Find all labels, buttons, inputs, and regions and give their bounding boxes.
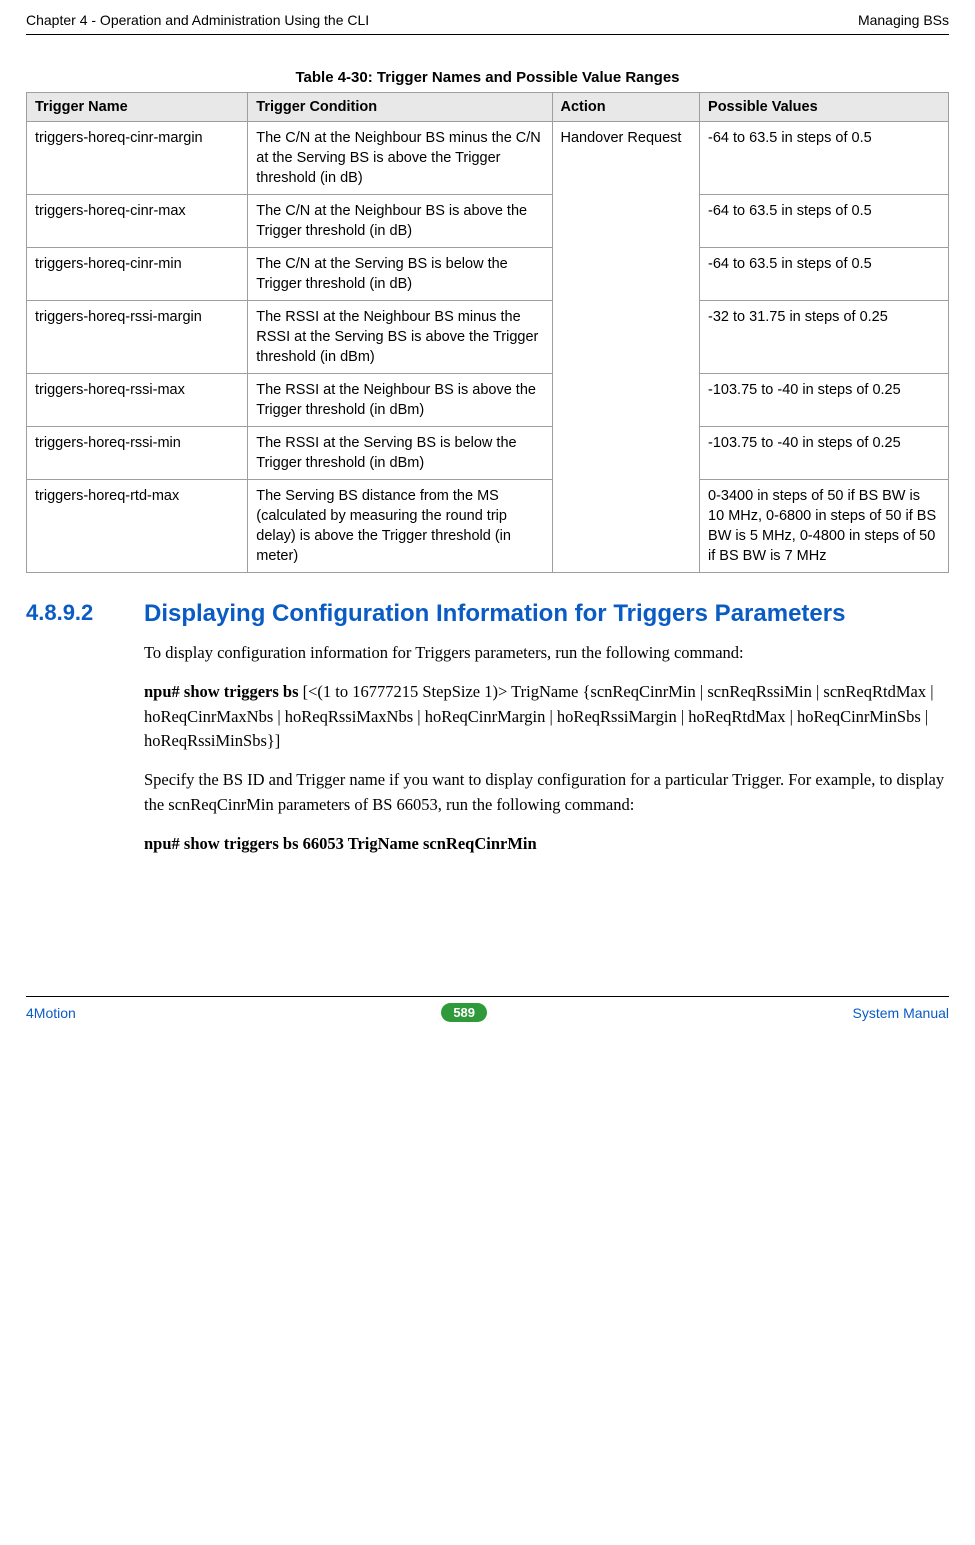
body-paragraph: Specify the BS ID and Trigger name if yo… bbox=[144, 768, 949, 818]
th-trigger-condition: Trigger Condition bbox=[248, 93, 552, 122]
table-header-row: Trigger Name Trigger Condition Action Po… bbox=[27, 93, 949, 122]
cell-trigger-condition: The C/N at the Neighbour BS is above the… bbox=[248, 195, 552, 248]
cell-trigger-name: triggers-horeq-cinr-margin bbox=[27, 122, 248, 195]
cell-trigger-condition: The C/N at the Neighbour BS minus the C/… bbox=[248, 122, 552, 195]
table-row: triggers-horeq-rssi-max The RSSI at the … bbox=[27, 374, 949, 427]
command-bold: npu# show triggers bs 66053 TrigName scn… bbox=[144, 832, 949, 857]
cell-possible-values: -103.75 to -40 in steps of 0.25 bbox=[700, 374, 949, 427]
table-row: triggers-horeq-rtd-max The Serving BS di… bbox=[27, 480, 949, 573]
th-possible-values: Possible Values bbox=[700, 93, 949, 122]
section-heading: 4.8.9.2 Displaying Configuration Informa… bbox=[26, 599, 949, 629]
table-row: triggers-horeq-cinr-max The C/N at the N… bbox=[27, 195, 949, 248]
cell-trigger-condition: The RSSI at the Neighbour BS minus the R… bbox=[248, 301, 552, 374]
cell-trigger-condition: The C/N at the Serving BS is below the T… bbox=[248, 248, 552, 301]
footer-right: System Manual bbox=[853, 1005, 949, 1021]
cell-possible-values: -64 to 63.5 in steps of 0.5 bbox=[700, 195, 949, 248]
cell-action: Handover Request bbox=[552, 122, 700, 573]
th-trigger-name: Trigger Name bbox=[27, 93, 248, 122]
cell-possible-values: -32 to 31.75 in steps of 0.25 bbox=[700, 301, 949, 374]
table-row: triggers-horeq-rssi-margin The RSSI at t… bbox=[27, 301, 949, 374]
page-number: 589 bbox=[441, 1003, 487, 1022]
th-action: Action bbox=[552, 93, 700, 122]
cell-trigger-condition: The RSSI at the Neighbour BS is above th… bbox=[248, 374, 552, 427]
cell-trigger-condition: The RSSI at the Serving BS is below the … bbox=[248, 427, 552, 480]
body-paragraph: To display configuration information for… bbox=[144, 641, 949, 666]
table-caption: Table 4-30: Trigger Names and Possible V… bbox=[26, 69, 949, 86]
triggers-table: Trigger Name Trigger Condition Action Po… bbox=[26, 92, 949, 573]
cell-trigger-name: triggers-horeq-rssi-max bbox=[27, 374, 248, 427]
cell-trigger-condition: The Serving BS distance from the MS (cal… bbox=[248, 480, 552, 573]
cell-trigger-name: triggers-horeq-rssi-margin bbox=[27, 301, 248, 374]
command-bold: npu# show triggers bs bbox=[144, 682, 303, 701]
header-left: Chapter 4 - Operation and Administration… bbox=[26, 12, 369, 28]
table-row: triggers-horeq-cinr-min The C/N at the S… bbox=[27, 248, 949, 301]
header-right: Managing BSs bbox=[858, 12, 949, 28]
footer-left: 4Motion bbox=[26, 1005, 76, 1021]
cell-trigger-name: triggers-horeq-rssi-min bbox=[27, 427, 248, 480]
section-title: Displaying Configuration Information for… bbox=[144, 599, 845, 629]
table-row: triggers-horeq-cinr-margin The C/N at th… bbox=[27, 122, 949, 195]
cell-possible-values: 0-3400 in steps of 50 if BS BW is 10 MHz… bbox=[700, 480, 949, 573]
table-row: triggers-horeq-rssi-min The RSSI at the … bbox=[27, 427, 949, 480]
cell-trigger-name: triggers-horeq-cinr-min bbox=[27, 248, 248, 301]
cell-possible-values: -64 to 63.5 in steps of 0.5 bbox=[700, 122, 949, 195]
cell-possible-values: -103.75 to -40 in steps of 0.25 bbox=[700, 427, 949, 480]
cell-trigger-name: triggers-horeq-rtd-max bbox=[27, 480, 248, 573]
body-paragraph: npu# show triggers bs [<(1 to 16777215 S… bbox=[144, 680, 949, 754]
section-number: 4.8.9.2 bbox=[26, 599, 144, 629]
cell-possible-values: -64 to 63.5 in steps of 0.5 bbox=[700, 248, 949, 301]
running-header: Chapter 4 - Operation and Administration… bbox=[26, 12, 949, 35]
footer: 4Motion 589 System Manual bbox=[26, 996, 949, 1022]
cell-trigger-name: triggers-horeq-cinr-max bbox=[27, 195, 248, 248]
